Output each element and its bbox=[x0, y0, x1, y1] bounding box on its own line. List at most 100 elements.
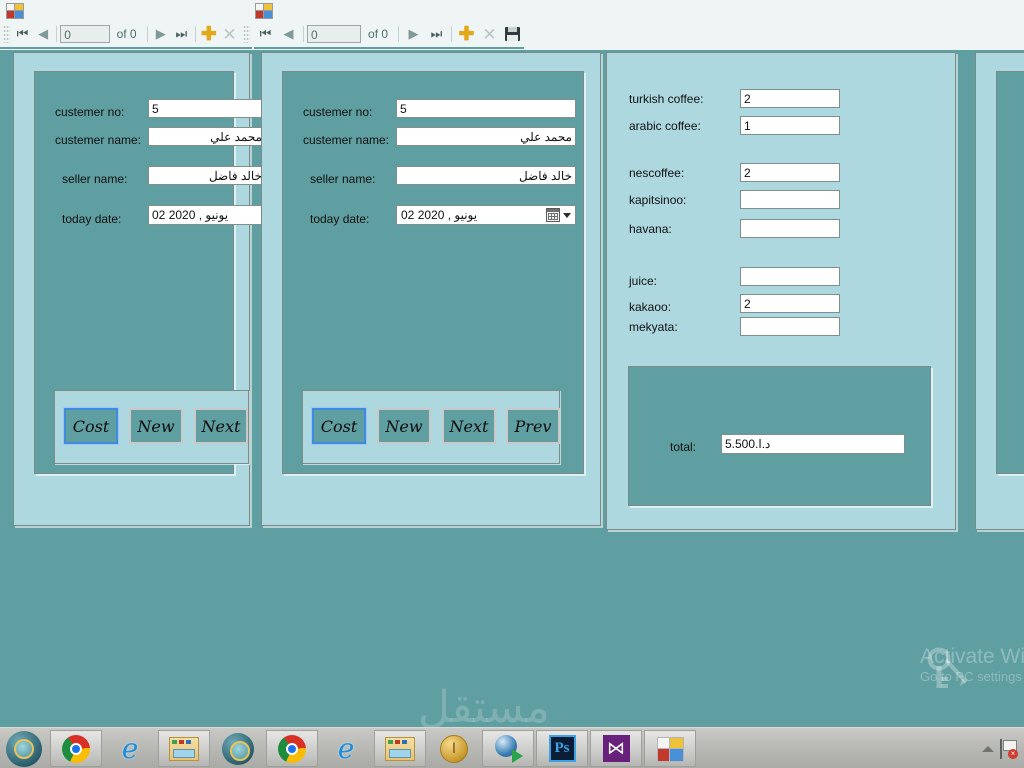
taskbar: e e ا Ps ⋈ × bbox=[0, 727, 1024, 768]
taskbar-item-alwaraq[interactable]: ا bbox=[428, 730, 480, 767]
taskbar-item-media-player[interactable] bbox=[212, 730, 264, 767]
clipped-group bbox=[996, 71, 1024, 474]
havana-input[interactable] bbox=[740, 219, 840, 238]
delete-button[interactable]: ✕ bbox=[219, 23, 240, 45]
toolbar-grip[interactable] bbox=[3, 25, 11, 43]
record-count-label: of 0 bbox=[116, 27, 137, 41]
visual-studio-icon: ⋈ bbox=[602, 735, 630, 762]
item-label: kapitsinoo: bbox=[629, 193, 687, 207]
item-label: juice: bbox=[629, 274, 658, 288]
order-items-window: turkish coffee: 2 arabic coffee: 1 nesco… bbox=[606, 52, 956, 530]
item-label: kakaoo: bbox=[629, 300, 672, 314]
taskbar-item-chrome[interactable] bbox=[50, 730, 102, 767]
mostaql-watermark: مستقل bbox=[418, 682, 550, 733]
turkish-coffee-input[interactable]: 2 bbox=[740, 89, 840, 108]
field-label: custemer name: bbox=[55, 133, 142, 147]
item-label: mekyata: bbox=[629, 320, 678, 334]
cost-button[interactable]: Cost bbox=[63, 407, 119, 445]
next-button[interactable]: Next bbox=[442, 408, 496, 444]
internet-explorer-icon: e bbox=[337, 731, 355, 765]
activate-title: Activate Windows bbox=[920, 645, 1024, 668]
total-group: total: 5.500.د.ا bbox=[628, 366, 931, 506]
system-tray: × bbox=[982, 738, 1024, 759]
taskbar-item-vs-form-designer[interactable] bbox=[644, 730, 696, 767]
delete-button[interactable]: ✕ bbox=[478, 23, 501, 45]
today-date-picker[interactable]: 02 يونيو , 2020 bbox=[396, 205, 576, 225]
toolbar-separator bbox=[398, 26, 399, 42]
folder-explorer-icon bbox=[169, 736, 199, 761]
seller-name-input[interactable]: خالد فاضل bbox=[148, 166, 266, 185]
ide-toolbar-strip: ⏮ ◀ 0 of 0 ▶ ⏭ ✚ ✕ ⏮ ◀ 0 of 0 ▶ ⏭ ✚ ✕ bbox=[0, 0, 1024, 50]
kakaoo-input[interactable]: 2 bbox=[740, 294, 840, 313]
field-label: today date: bbox=[62, 212, 122, 226]
custemer-no-input[interactable]: 5 bbox=[148, 99, 266, 118]
move-last-button[interactable]: ⏭ bbox=[425, 23, 448, 45]
mekyata-input[interactable] bbox=[740, 317, 840, 336]
vs-form-designer-icon bbox=[6, 3, 24, 19]
field-label: seller name: bbox=[310, 172, 376, 186]
vs-form-icon bbox=[657, 736, 684, 762]
action-center-badge: × bbox=[1008, 748, 1018, 759]
seller-name-input[interactable]: خالد فاضل bbox=[396, 166, 576, 185]
move-first-button[interactable]: ⏮ bbox=[254, 23, 277, 45]
toolbar-grip[interactable] bbox=[242, 25, 250, 43]
flag-icon[interactable]: × bbox=[1000, 738, 1018, 759]
move-last-button[interactable]: ⏭ bbox=[171, 23, 192, 45]
juice-input[interactable] bbox=[740, 267, 840, 286]
kapitsinoo-input[interactable] bbox=[740, 190, 840, 209]
move-previous-button[interactable]: ◀ bbox=[33, 23, 54, 45]
total-label: total: bbox=[670, 440, 697, 454]
start-orb-icon[interactable] bbox=[6, 730, 42, 767]
taskbar-item-internet-explorer[interactable]: e bbox=[104, 730, 156, 767]
next-button[interactable]: Next bbox=[194, 408, 248, 444]
nescoffee-input[interactable]: 2 bbox=[740, 163, 840, 182]
internet-explorer-icon: e bbox=[121, 731, 139, 765]
taskbar-item-idm[interactable] bbox=[482, 730, 534, 767]
field-label: custemer name: bbox=[303, 133, 390, 147]
cost-button[interactable]: Cost bbox=[311, 407, 367, 445]
chevron-down-icon[interactable] bbox=[563, 212, 571, 218]
calendar-icon[interactable] bbox=[546, 208, 560, 222]
position-input[interactable]: 0 bbox=[306, 25, 362, 43]
field-label: seller name: bbox=[62, 172, 128, 186]
action-buttons-panel-2: Cost New Next Prev bbox=[302, 390, 560, 464]
toolbar-separator bbox=[194, 26, 196, 42]
custemer-name-input[interactable]: محمد علي bbox=[148, 127, 266, 146]
photoshop-icon: Ps bbox=[548, 735, 576, 762]
item-label: arabic coffee: bbox=[629, 119, 701, 133]
save-button[interactable] bbox=[501, 23, 524, 45]
prev-button[interactable]: Prev bbox=[506, 408, 560, 444]
add-new-button[interactable]: ✚ bbox=[199, 23, 220, 45]
toolbar-separator bbox=[56, 26, 58, 42]
move-next-button[interactable]: ▶ bbox=[402, 23, 425, 45]
taskbar-item-file-explorer-2[interactable] bbox=[374, 730, 426, 767]
chevron-up-icon[interactable] bbox=[982, 745, 994, 752]
custemer-no-input[interactable]: 5 bbox=[396, 99, 576, 118]
order-form-window-2: custemer no: 5 custemer name: محمد علي s… bbox=[261, 52, 601, 526]
move-previous-button[interactable]: ◀ bbox=[277, 23, 300, 45]
taskbar-item-visual-studio[interactable]: ⋈ bbox=[590, 730, 642, 767]
binding-navigator-2: ⏮ ◀ 0 of 0 ▶ ⏭ ✚ ✕ bbox=[254, 21, 524, 49]
chrome-icon bbox=[62, 734, 90, 763]
move-first-button[interactable]: ⏮ bbox=[12, 23, 33, 45]
new-button[interactable]: New bbox=[377, 408, 431, 444]
date-value: 02 يونيو , 2020 bbox=[401, 207, 478, 222]
taskbar-item-photoshop[interactable]: Ps bbox=[536, 730, 588, 767]
move-next-button[interactable]: ▶ bbox=[150, 23, 171, 45]
record-count-label: of 0 bbox=[368, 27, 389, 41]
taskbar-item-chrome-2[interactable] bbox=[266, 730, 318, 767]
today-date-input[interactable]: 02 يونيو , 2020 bbox=[148, 205, 266, 225]
taskbar-item-internet-explorer-2[interactable]: e bbox=[320, 730, 372, 767]
total-input[interactable]: 5.500.د.ا bbox=[721, 434, 905, 454]
add-new-button[interactable]: ✚ bbox=[455, 23, 478, 45]
position-input[interactable]: 0 bbox=[60, 25, 110, 43]
start-orb-icon bbox=[222, 732, 254, 765]
arabic-coffee-input[interactable]: 1 bbox=[740, 116, 840, 135]
idm-icon bbox=[493, 734, 523, 763]
order-form-window-1: custemer no: 5 custemer name: محمد علي s… bbox=[13, 52, 266, 526]
taskbar-item-file-explorer[interactable] bbox=[158, 730, 210, 767]
field-label: custemer no: bbox=[303, 105, 373, 119]
binding-navigator-1: ⏮ ◀ 0 of 0 ▶ ⏭ ✚ ✕ bbox=[0, 21, 252, 49]
new-button[interactable]: New bbox=[129, 408, 183, 444]
custemer-name-input[interactable]: محمد علي bbox=[396, 127, 576, 146]
